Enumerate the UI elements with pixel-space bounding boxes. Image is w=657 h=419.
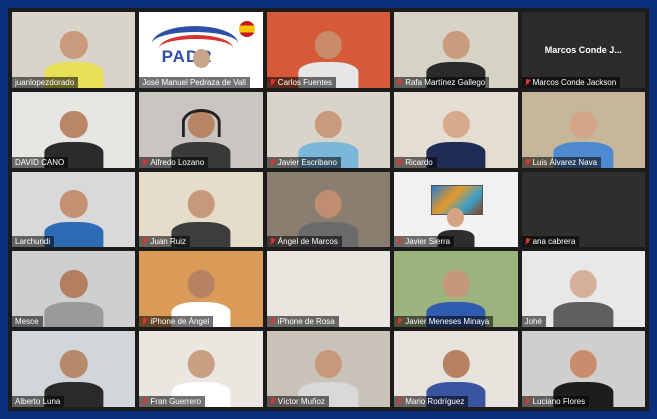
participant-tile[interactable]: Larchundi xyxy=(12,171,136,248)
participant-name: Mesce xyxy=(15,317,39,327)
participant-name-label: Alfredo Lozano xyxy=(139,156,209,168)
participant-tile[interactable]: Javier Escribano xyxy=(266,91,391,168)
participant-tile[interactable]: Luis Álvarez Nava xyxy=(521,91,645,168)
participant-name: iPhone de Ángel xyxy=(150,317,210,327)
participant-tile[interactable]: juanlopezdorado xyxy=(12,12,136,88)
muted-mic-icon xyxy=(270,238,276,245)
participant-name: iPhone de Rosa xyxy=(277,317,335,327)
muted-mic-icon xyxy=(142,398,148,405)
participant-name-label: DAVID CANO xyxy=(12,156,69,168)
muted-mic-icon xyxy=(142,318,148,325)
participant-name-label: juanlopezdorado xyxy=(12,76,79,88)
participant-tile[interactable]: Luciano Flores xyxy=(521,331,645,407)
participant-name-label: iPhone de Rosa xyxy=(266,316,339,328)
muted-mic-icon xyxy=(270,398,276,405)
participant-tile[interactable]: iPhone de Rosa xyxy=(266,251,391,328)
participant-tile[interactable]: Johé xyxy=(521,251,645,328)
participant-name: Luciano Flores xyxy=(532,397,586,406)
participant-name-label: José Manuel Pedraza de Vall xyxy=(139,76,250,88)
participant-name-label: Ángel de Marcos xyxy=(266,236,342,248)
participant-name: juanlopezdorado xyxy=(15,77,75,87)
participant-name: Javier Escribano xyxy=(277,157,337,167)
participant-name-label: iPhone de Ángel xyxy=(139,316,214,328)
participant-name: Johé xyxy=(524,317,542,327)
muted-mic-icon xyxy=(525,158,531,166)
muted-mic-icon xyxy=(525,78,531,86)
participant-name-label: Carlos Fuentes xyxy=(266,76,337,88)
muted-mic-icon xyxy=(142,158,148,166)
video-grid-window: juanlopezdorado PADR José Manuel Pedraza d… xyxy=(8,8,649,411)
participant-name: Fran Guerrero xyxy=(150,397,202,406)
participant-name: Luis Álvarez Nava xyxy=(532,157,598,167)
participant-name: Alfredo Lozano xyxy=(150,157,205,167)
muted-mic-icon xyxy=(525,238,531,245)
participant-tile[interactable]: Mario Rodríguez xyxy=(394,331,518,407)
muted-mic-icon xyxy=(397,398,403,405)
participant-name-label: Javier Sierra xyxy=(394,236,455,248)
participant-name-label: Marcos Conde Jackson xyxy=(521,76,621,88)
participant-name: ana cabrera xyxy=(532,237,576,247)
participant-tile[interactable]: PADR José Manuel Pedraza de Vall xyxy=(139,12,263,88)
participant-name: Marcos Conde Jackson xyxy=(532,77,617,87)
participant-name-label: Alberto Luna xyxy=(12,396,65,407)
participant-name-label: Rafa Martínez Gallego xyxy=(394,76,490,88)
participant-name-label: Luciano Flores xyxy=(521,396,590,407)
participant-tile[interactable]: Javier Meneses Minaya xyxy=(394,251,518,328)
participant-tile[interactable]: Ricardo xyxy=(394,91,518,168)
muted-mic-icon xyxy=(270,158,276,166)
participant-tile[interactable]: Alberto Luna xyxy=(12,331,136,407)
participant-name: Ricardo xyxy=(405,157,433,167)
participant-tile[interactable]: Fran Guerrero xyxy=(139,331,263,407)
participant-video xyxy=(44,267,104,328)
participant-name: José Manuel Pedraza de Vall xyxy=(142,77,246,87)
participant-name-label: Ricardo xyxy=(394,156,437,168)
participant-grid: juanlopezdorado PADR José Manuel Pedraza d… xyxy=(12,12,645,407)
participant-tile[interactable]: Ángel de Marcos xyxy=(266,171,391,248)
muted-mic-icon xyxy=(397,318,403,325)
participant-name-label: Javier Escribano xyxy=(266,156,341,168)
participant-video xyxy=(553,267,613,328)
participant-name-label: Mario Rodríguez xyxy=(394,396,469,407)
muted-mic-icon xyxy=(397,78,403,86)
muted-mic-icon xyxy=(270,318,276,325)
participant-name: Javier Sierra xyxy=(405,237,451,247)
participant-tile[interactable]: iPhone de Ángel xyxy=(139,251,263,328)
muted-mic-icon xyxy=(397,238,403,245)
headset-icon xyxy=(181,109,221,137)
participant-tile[interactable]: Rafa Martínez Gallego xyxy=(394,12,518,88)
participant-name: Javier Meneses Minaya xyxy=(405,317,490,327)
participant-tile[interactable]: DAVID CANO xyxy=(12,91,136,168)
participant-name: Víctor Muñoz xyxy=(277,397,325,406)
participant-tile[interactable]: Carlos Fuentes xyxy=(266,12,391,88)
participant-name: Larchundi xyxy=(15,237,51,247)
participant-name: Mario Rodríguez xyxy=(405,397,465,406)
participant-name-label: Juan Ruiz xyxy=(139,236,190,248)
participant-name: Juan Ruiz xyxy=(150,237,186,247)
participant-name-label: Mesce xyxy=(12,316,43,328)
participant-name: DAVID CANO xyxy=(15,157,65,167)
participant-tile[interactable]: Javier Sierra xyxy=(394,171,518,248)
muted-mic-icon xyxy=(270,78,276,86)
muted-mic-icon xyxy=(525,398,531,405)
participant-name: Rafa Martínez Gallego xyxy=(405,77,486,87)
participant-name: Carlos Fuentes xyxy=(277,77,333,87)
participant-name-label: Luis Álvarez Nava xyxy=(521,156,602,168)
participant-name-label: Fran Guerrero xyxy=(139,396,206,407)
participant-name-label: Víctor Muñoz xyxy=(266,396,329,407)
muted-mic-icon xyxy=(142,238,148,245)
participant-tile[interactable]: ana cabrera xyxy=(521,171,645,248)
participant-tile[interactable]: Marcos Conde J... Marcos Conde Jackson xyxy=(521,12,645,88)
participant-name-label: Javier Meneses Minaya xyxy=(394,316,494,328)
participant-tile[interactable]: Víctor Muñoz xyxy=(266,331,391,407)
participant-tile[interactable]: Alfredo Lozano xyxy=(139,91,263,168)
spain-flag-icon xyxy=(239,21,256,38)
muted-mic-icon xyxy=(397,158,403,166)
participant-name-label: Johé xyxy=(521,316,546,328)
participant-name-label: ana cabrera xyxy=(521,236,580,248)
participant-name-label: Larchundi xyxy=(12,236,55,248)
participant-tile[interactable]: Juan Ruiz xyxy=(139,171,263,248)
participant-name: Alberto Luna xyxy=(15,397,61,406)
participant-tile[interactable]: Mesce xyxy=(12,251,136,328)
participant-name: Ángel de Marcos xyxy=(277,237,338,247)
